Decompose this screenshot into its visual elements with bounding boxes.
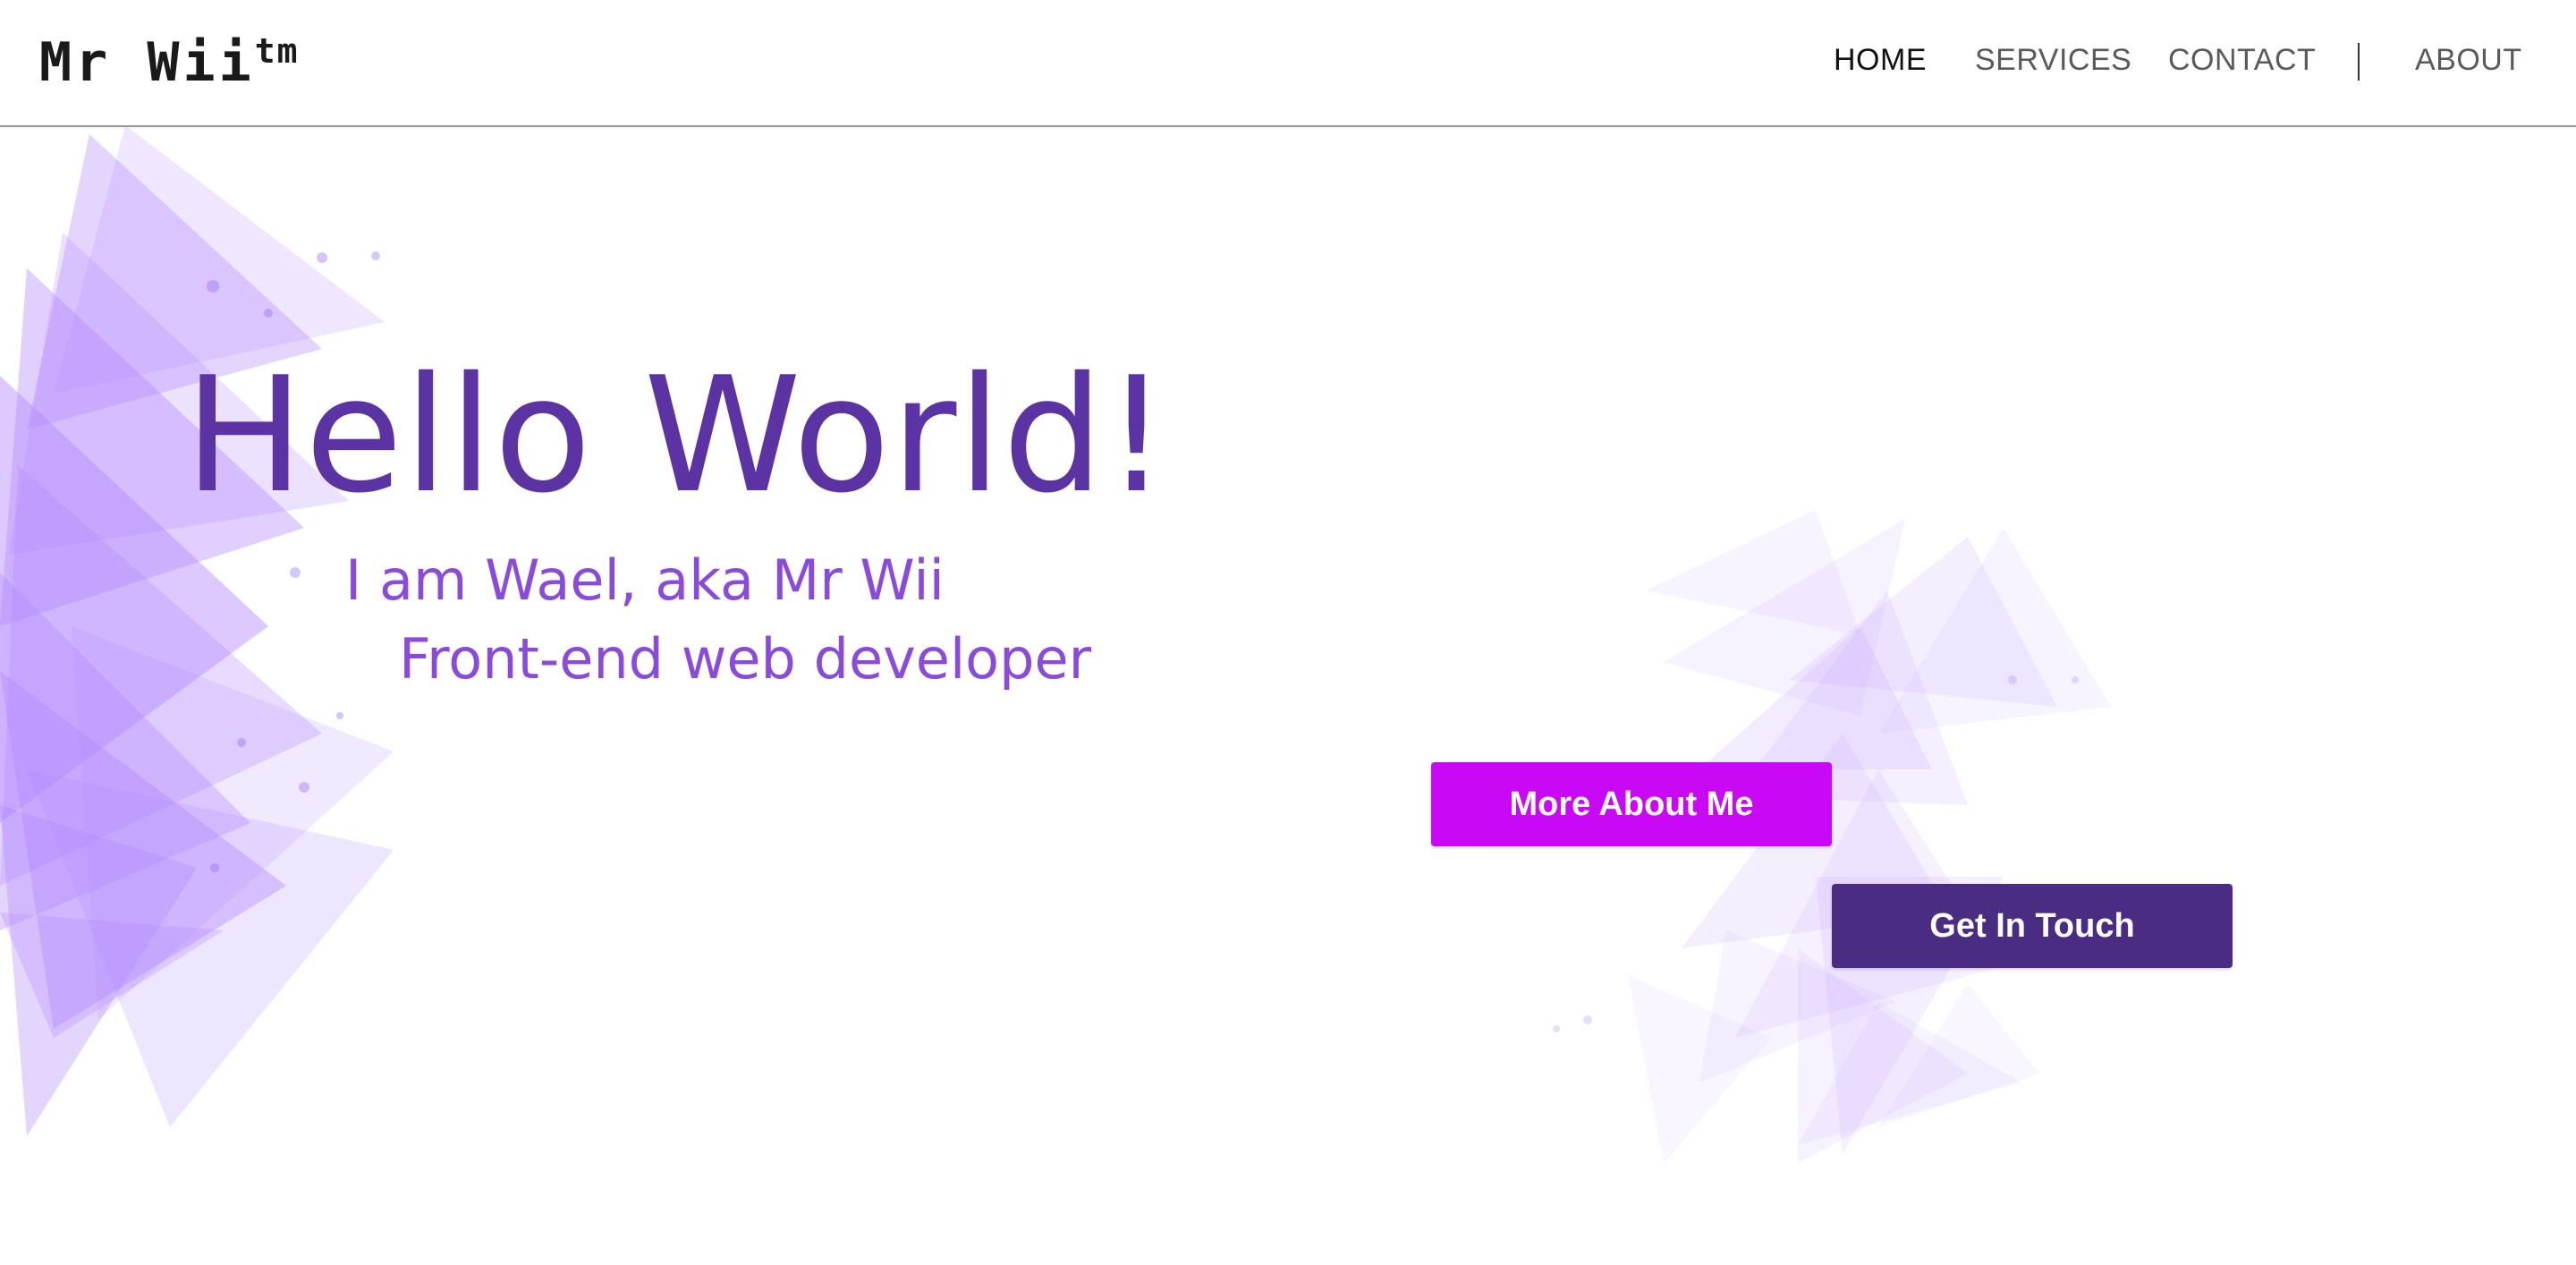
more-about-me-button[interactable]: More About Me <box>1431 762 1832 846</box>
nav-contact-link[interactable]: CONTACT <box>2168 43 2316 78</box>
nav-home-link[interactable]: HOME <box>1834 43 1927 78</box>
main-nav: HOME SERVICES CONTACT ABOUT <box>0 0 2576 125</box>
left-triangles-decoration <box>0 125 394 1136</box>
site-header: Mr Wiitm HOME SERVICES CONTACT ABOUT <box>0 0 2576 127</box>
nav-divider <box>2358 43 2360 81</box>
page: Mr Wiitm HOME SERVICES CONTACT ABOUT Hel… <box>0 0 2576 1265</box>
get-in-touch-button[interactable]: Get In Touch <box>1832 884 2233 968</box>
hero-title: Hello World! <box>184 343 1170 528</box>
hero-intro: I am Wael, aka Mr Wii <box>345 548 945 613</box>
nav-services-link[interactable]: SERVICES <box>1975 43 2131 78</box>
nav-about-link[interactable]: ABOUT <box>2415 43 2522 78</box>
hero-role: Front-end web developer <box>399 626 1092 692</box>
